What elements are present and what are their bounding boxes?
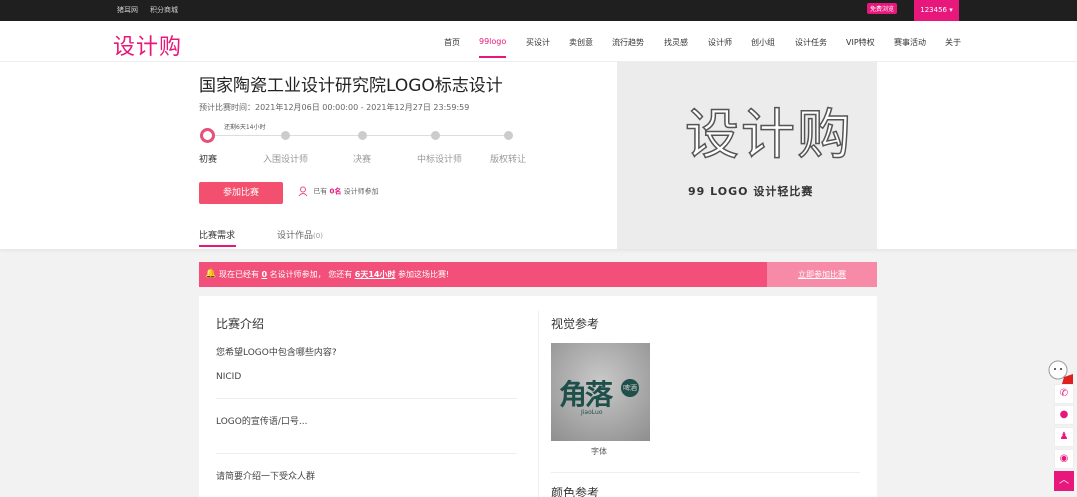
joined-count: 已有 0名 设计师参加 xyxy=(298,186,379,197)
nav-designers[interactable]: 设计师 xyxy=(708,37,732,48)
top-bar: 猪耳网 积分商城 123456 ▾ xyxy=(0,0,1077,21)
qq-icon[interactable]: ♟ xyxy=(1054,427,1074,447)
intro-heading: 比赛介绍 xyxy=(216,317,265,331)
intro-question-audience: 请简要介绍一下受众人群 xyxy=(216,472,316,482)
step-label-preliminary: 初赛 xyxy=(199,155,218,165)
step-dot-current xyxy=(200,128,215,143)
contest-header xyxy=(0,62,1077,249)
nav-inspiration[interactable]: 找灵感 xyxy=(664,37,688,48)
nav-trends[interactable]: 流行趋势 xyxy=(612,37,644,48)
divider xyxy=(551,472,860,473)
step-label-winner: 中标设计师 xyxy=(417,155,463,165)
reference-image[interactable]: 角落 啤酒 JiaoLuo xyxy=(551,343,650,441)
remaining-time: 还剩6天14小时 xyxy=(224,124,266,131)
step-label-final: 决赛 xyxy=(353,155,372,165)
wechat-icon[interactable]: ● xyxy=(1054,405,1074,425)
intro-answer-content: NICID xyxy=(216,372,242,382)
active-tab-indicator xyxy=(199,245,236,247)
phone-icon[interactable]: ✆ xyxy=(1054,384,1074,404)
join-now-button[interactable]: 立即参加比赛 xyxy=(767,262,877,287)
nav-about[interactable]: 关于 xyxy=(945,37,961,48)
column-divider xyxy=(538,311,539,497)
nav-99logo[interactable]: 99logo xyxy=(479,37,507,58)
step-dot xyxy=(358,131,367,140)
nav-events[interactable]: 赛事活动 xyxy=(894,37,926,48)
user-menu[interactable]: 123456 ▾ xyxy=(914,0,959,21)
top-link-zhuer[interactable]: 猪耳网 xyxy=(117,5,138,15)
step-dot xyxy=(431,131,440,140)
designer-icon xyxy=(298,186,308,197)
vip-badge: 免费浏览 xyxy=(867,3,898,14)
nav-home[interactable]: 首页 xyxy=(444,37,460,48)
weibo-icon[interactable]: ◉ xyxy=(1054,449,1074,469)
divider xyxy=(216,453,517,454)
notice-bar: 🔔 现在已经有 0 名设计师参加， 您还有 6天14小时 参加这场比赛! xyxy=(199,262,767,287)
divider xyxy=(216,398,517,399)
intro-question-slogan: LOGO的宣传语/口号... xyxy=(216,417,308,427)
visual-reference-heading: 视觉参考 xyxy=(551,317,600,331)
main-nav: 设计购 首页 99logo 买设计 卖创意 流行趋势 找灵感 设计师 创小组 设… xyxy=(0,21,1077,62)
back-to-top-icon[interactable]: ︿ xyxy=(1054,471,1074,491)
step-dot xyxy=(504,131,513,140)
banner-logo-text: 设计购 xyxy=(684,103,853,166)
nav-design-tasks[interactable]: 设计任务 xyxy=(795,37,827,48)
nav-vip[interactable]: VIP特权 xyxy=(846,37,875,48)
nav-buy-design[interactable]: 买设计 xyxy=(526,37,550,48)
contest-title: 国家陶瓷工业设计研究院LOGO标志设计 xyxy=(199,76,503,96)
step-label-shortlisted: 入围设计师 xyxy=(263,155,309,165)
step-dot xyxy=(281,131,290,140)
join-contest-button[interactable]: 参加比赛 xyxy=(199,182,283,204)
reference-caption: 字体 xyxy=(591,447,607,456)
nav-groups[interactable]: 创小组 xyxy=(751,37,775,48)
tab-requirements[interactable]: 比赛需求 xyxy=(199,228,235,241)
tab-design-works[interactable]: 设计作品(0) xyxy=(277,228,323,241)
bell-icon: 🔔 xyxy=(205,269,217,279)
site-logo[interactable]: 设计购 xyxy=(113,29,182,61)
step-label-copyright: 版权转让 xyxy=(490,155,527,165)
intro-question-content: 您希望LOGO中包含哪些内容? xyxy=(216,348,337,358)
mascot-icon[interactable] xyxy=(1046,359,1074,384)
top-link-points-mall[interactable]: 积分商城 xyxy=(150,5,178,15)
contest-time: 预计比赛时间：2021年12月06日 00:00:00 - 2021年12月27… xyxy=(199,103,470,112)
nav-sell-idea[interactable]: 卖创意 xyxy=(569,37,593,48)
banner-subtitle: 99 LOGO 设计轻比赛 xyxy=(688,185,814,198)
color-reference-heading: 颜色参考 xyxy=(551,486,600,497)
